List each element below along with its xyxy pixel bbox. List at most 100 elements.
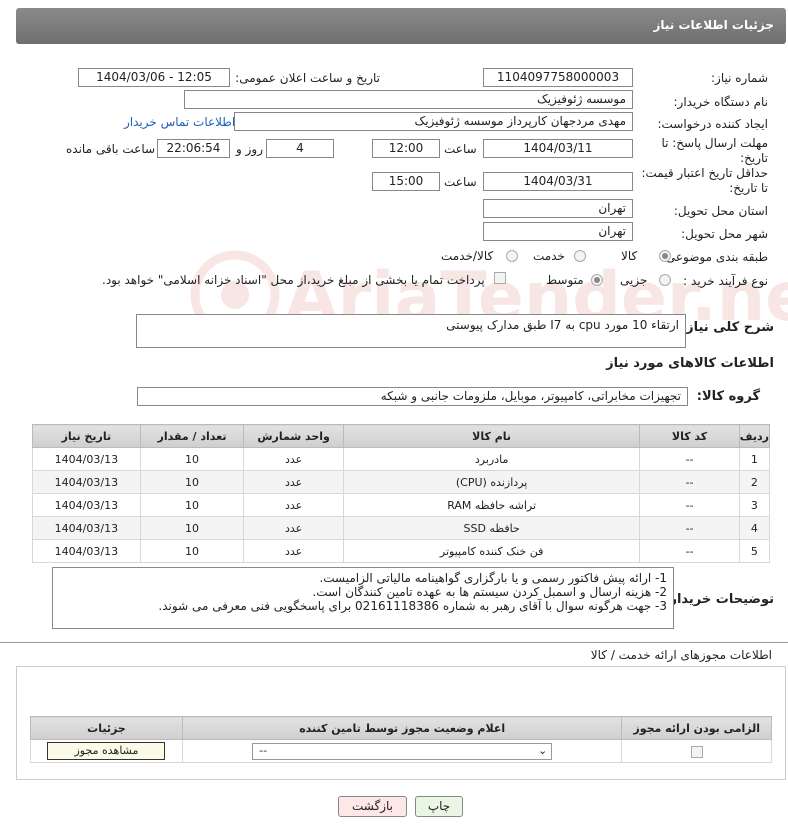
category-radio-goods-service[interactable] — [506, 250, 518, 262]
process-radio-minor[interactable] — [659, 274, 671, 286]
process-option-minor: جزیی — [620, 273, 648, 287]
province-label: استان محل تحویل: — [673, 204, 768, 218]
remaining-time-field: 22:06:54 — [157, 139, 230, 158]
cell-quantity: 10 — [139, 447, 245, 471]
view-license-button[interactable]: مشاهده مجوز — [47, 742, 166, 760]
buyer-note-line-2: 2- هزینه ارسال و اسمبل کردن سیستم ها به … — [312, 585, 667, 599]
cell-need-date: 1404/03/13 — [32, 539, 141, 563]
cell-unit: عدد — [243, 493, 344, 517]
col-license-required: الزامی بودن ارائه مجوز — [621, 716, 772, 740]
cell-item-code: -- — [639, 470, 740, 494]
cell-license-required — [621, 739, 772, 763]
goods-table: ردیف کد کالا نام کالا واحد شمارش تعداد /… — [32, 424, 771, 563]
cell-unit: عدد — [243, 516, 344, 540]
validity-hour-field: 15:00 — [372, 172, 440, 191]
remaining-time-label: ساعت باقی مانده — [66, 142, 156, 156]
goods-group-label: گروه کالا: — [696, 389, 760, 404]
col-unit: واحد شمارش — [243, 424, 344, 448]
goods-table-grid: ردیف کد کالا نام کالا واحد شمارش تعداد /… — [32, 424, 771, 563]
table-row: 5 -- فن خنک کننده کامپیوتر عدد 10 1404/0… — [32, 539, 771, 563]
cell-item-name: پردازنده (CPU) — [342, 470, 641, 494]
cell-quantity: 10 — [139, 470, 245, 494]
cell-need-date: 1404/03/13 — [32, 516, 141, 540]
table-row: 2 -- پردازنده (CPU) عدد 10 1404/03/13 — [32, 470, 771, 494]
table-row: 1 -- مادربرد عدد 10 1404/03/13 — [32, 447, 771, 471]
license-required-checkbox[interactable] — [690, 745, 703, 758]
cell-item-code: -- — [639, 447, 740, 471]
deadline-hour-label: ساعت — [444, 142, 477, 156]
cell-item-code: -- — [639, 493, 740, 517]
chevron-down-icon: ⌄ — [537, 743, 548, 757]
buyer-org-label: نام دستگاه خریدار: — [673, 95, 769, 109]
category-option-service: خدمت — [533, 249, 565, 263]
deadline-hour-field: 12:00 — [372, 139, 440, 158]
cell-license-details: مشاهده مجوز — [30, 739, 183, 763]
cell-unit: عدد — [243, 447, 344, 471]
licenses-section-title: اطلاعات مجوزهای ارائه خدمت / کالا — [590, 648, 772, 662]
license-status-select-value: -- — [259, 743, 268, 757]
license-status-select[interactable]: -- ⌄ — [252, 742, 553, 760]
goods-section-title: اطلاعات کالاهای مورد نیاز — [606, 356, 774, 371]
back-button[interactable]: بازگشت — [338, 796, 407, 817]
cell-item-name: حافظه SSD — [342, 516, 641, 540]
panel-title: جزئیات اطلاعات نیاز — [16, 8, 786, 44]
deadline-label-line2: تاریخ: — [740, 151, 768, 165]
cell-unit: عدد — [243, 539, 344, 563]
description-label: شرح کلی نیاز: — [680, 320, 774, 335]
cell-item-name: فن خنک کننده کامپیوتر — [342, 539, 641, 563]
goods-table-header: ردیف کد کالا نام کالا واحد شمارش تعداد /… — [32, 424, 771, 448]
buyer-org-field: موسسه ژئوفیزیک — [184, 90, 633, 109]
category-radio-goods[interactable] — [659, 250, 671, 262]
requester-label: ایجاد کننده درخواست: — [657, 117, 768, 131]
cell-need-date: 1404/03/13 — [32, 447, 141, 471]
description-textarea: ارتقاء 10 مورد cpu به I7 طبق مدارک پیوست… — [136, 314, 686, 348]
requester-field: مهدی مردجهان کارپرداز موسسه ژئوفیزیک — [234, 112, 633, 131]
cell-row-number: 5 — [738, 539, 771, 563]
col-row-number: ردیف — [738, 424, 771, 448]
cell-quantity: 10 — [139, 493, 245, 517]
cell-quantity: 10 — [139, 539, 245, 563]
col-license-details: جزئیات — [30, 716, 183, 740]
licenses-table: الزامی بودن ارائه مجوز اعلام وضعیت مجوز … — [30, 716, 772, 763]
license-row: -- ⌄ مشاهده مجوز — [30, 739, 772, 763]
treasury-payment-note: پرداخت تمام یا بخشی از مبلغ خرید،از محل … — [102, 273, 485, 287]
cell-row-number: 2 — [738, 470, 771, 494]
days-label: روز و — [236, 142, 263, 156]
need-number-field: 1104097758000003 — [483, 68, 633, 87]
announce-label: تاریخ و ساعت اعلان عمومی: — [235, 71, 380, 85]
deadline-label-line1: مهلت ارسال پاسخ: تا — [661, 136, 768, 150]
cell-item-name: تراشه حافظه RAM — [342, 493, 641, 517]
cell-item-name: مادربرد — [342, 447, 641, 471]
city-field: تهران — [483, 222, 633, 241]
cell-need-date: 1404/03/13 — [32, 470, 141, 494]
need-number-label: شماره نیاز: — [711, 71, 768, 85]
treasury-payment-checkbox[interactable] — [494, 272, 506, 284]
licenses-divider — [0, 642, 788, 643]
col-need-date: تاریخ نیاز — [32, 424, 141, 448]
print-button[interactable]: چاپ — [415, 796, 463, 817]
process-option-medium: متوسط — [546, 273, 584, 287]
city-label: شهر محل تحویل: — [681, 227, 768, 241]
deadline-date-field: 1404/03/11 — [483, 139, 633, 158]
cell-item-code: -- — [639, 539, 740, 563]
validity-date-field: 1404/03/31 — [483, 172, 633, 191]
buyer-note-line-3: 3- جهت هرگونه سوال با آقای رهبر به شماره… — [158, 599, 667, 613]
cell-need-date: 1404/03/13 — [32, 493, 141, 517]
process-radio-medium[interactable] — [591, 274, 603, 286]
buyer-notes-textarea: 1- ارائه پیش فاکتور رسمی و یا بارگزاری گ… — [52, 567, 674, 629]
licenses-table-grid: الزامی بودن ارائه مجوز اعلام وضعیت مجوز … — [30, 716, 772, 763]
category-option-goods: کالا — [621, 249, 638, 263]
buyer-note-line-1: 1- ارائه پیش فاکتور رسمی و یا بارگزاری گ… — [319, 571, 667, 585]
goods-group-field: تجهیزات مخابراتی، کامپیوتر، موبایل، ملزو… — [137, 387, 688, 406]
category-radio-service[interactable] — [574, 250, 586, 262]
buyer-notes-label: توضیحات خریدار: — [664, 592, 774, 607]
col-item-name: نام کالا — [342, 424, 641, 448]
days-remaining-field: 4 — [266, 139, 334, 158]
table-row: 4 -- حافظه SSD عدد 10 1404/03/13 — [32, 516, 771, 540]
table-row: 3 -- تراشه حافظه RAM عدد 10 1404/03/13 — [32, 493, 771, 517]
min-validity-label-line1: حداقل تاریخ اعتبار قیمت: — [641, 166, 768, 180]
cell-row-number: 1 — [738, 447, 771, 471]
buyer-contact-link[interactable]: اطلاعات تماس خریدار — [124, 115, 235, 129]
cell-unit: عدد — [243, 470, 344, 494]
process-label: نوع فرآیند خرید : — [683, 274, 768, 288]
